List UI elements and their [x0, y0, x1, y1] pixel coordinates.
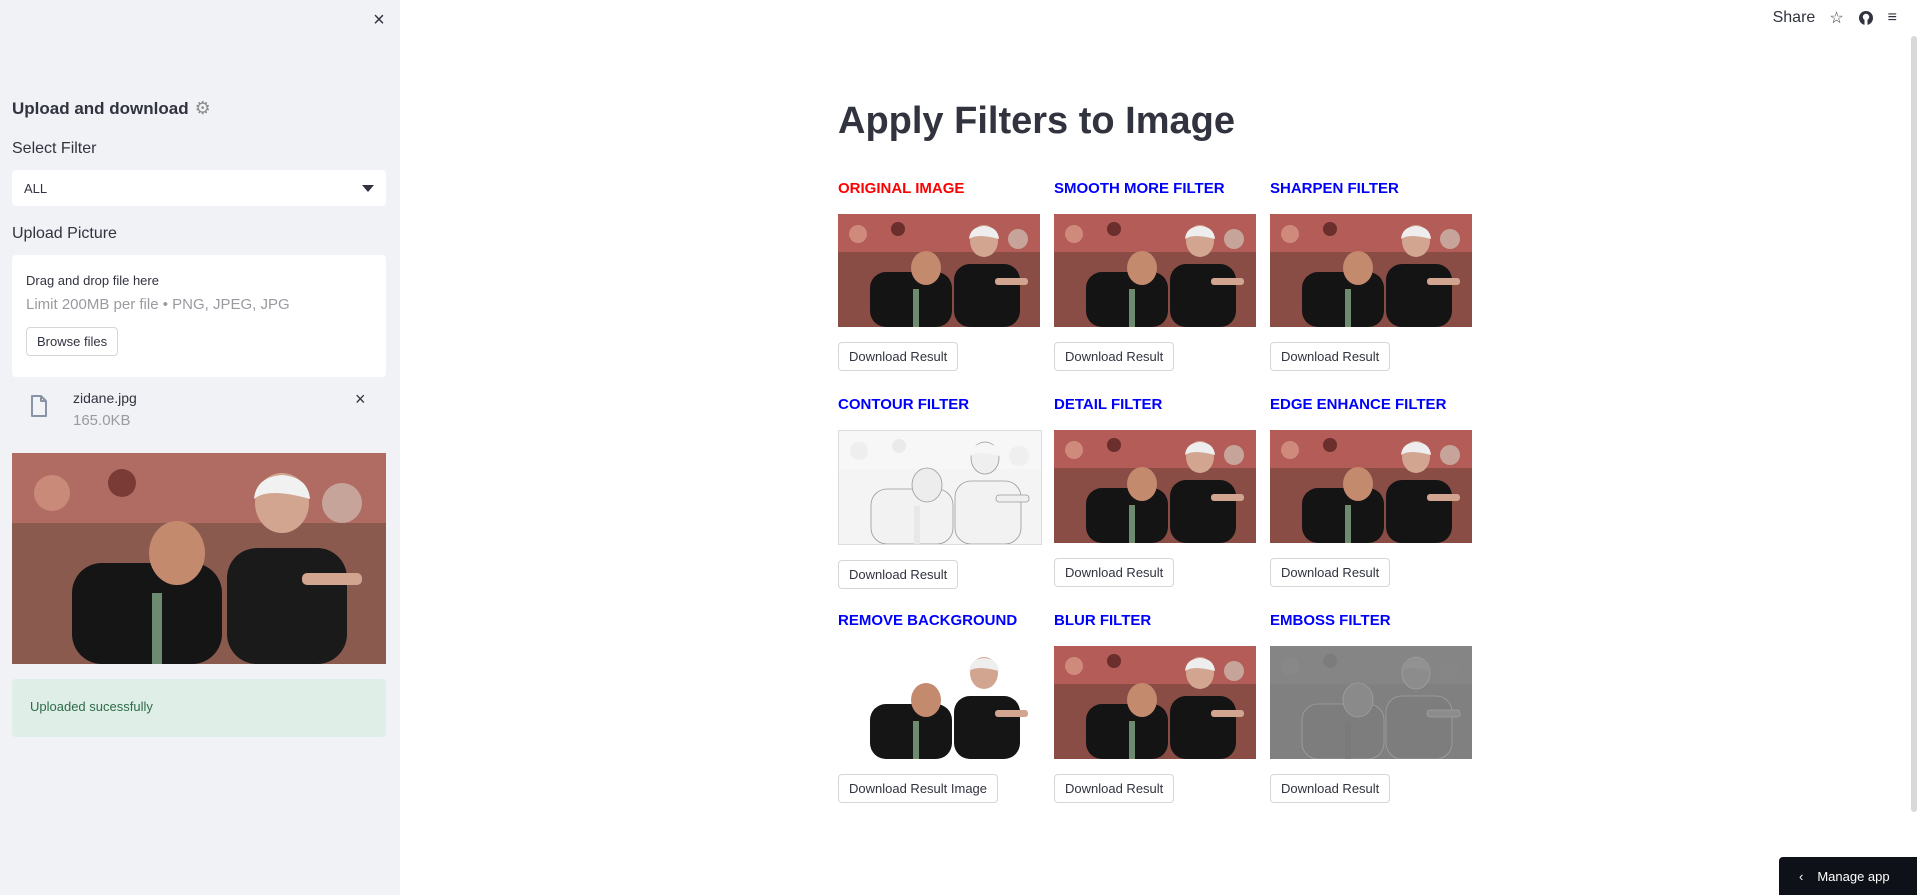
filter-title: DETAIL FILTER [1054, 396, 1163, 413]
filter-title: ORIGINAL IMAGE [838, 180, 965, 197]
dropzone-limit: Limit 200MB per file • PNG, JPEG, JPG [26, 296, 290, 313]
filter-card: DETAIL FILTER Download Result [1054, 396, 1256, 587]
filter-card: ORIGINAL IMAGE Download Result [838, 180, 1040, 371]
filter-title: BLUR FILTER [1054, 612, 1152, 629]
sidebar: × Upload and download ⚙ Select Filter AL… [0, 0, 400, 895]
scrollbar[interactable] [1911, 36, 1917, 812]
github-icon[interactable] [1858, 10, 1874, 26]
remove-file-icon[interactable]: × [355, 389, 366, 410]
share-button[interactable]: Share [1773, 9, 1816, 27]
filter-result-image [838, 214, 1040, 327]
filter-card: EMBOSS FILTER Download Result [1270, 612, 1472, 803]
page-title: Apply Filters to Image [838, 100, 1235, 142]
manage-app-button[interactable]: ‹ Manage app [1779, 857, 1917, 895]
gear-icon: ⚙ [194, 98, 211, 118]
download-result-button[interactable]: Download Result [1054, 774, 1175, 803]
close-sidebar-icon[interactable]: × [369, 10, 389, 30]
filter-select-value: ALL [24, 180, 48, 196]
filter-title: CONTOUR FILTER [838, 396, 970, 413]
download-result-button[interactable]: Download Result [838, 342, 959, 371]
file-dropzone[interactable]: Drag and drop file here Limit 200MB per … [12, 255, 386, 377]
filter-card: BLUR FILTER Download Result [1054, 612, 1256, 803]
uploaded-image-preview [12, 453, 386, 664]
filter-title: REMOVE BACKGROUND [838, 612, 1018, 629]
filter-title: SHARPEN FILTER [1270, 180, 1399, 197]
filter-result-image [1270, 646, 1472, 759]
select-filter-label: Select Filter [12, 140, 97, 157]
chevron-down-icon [362, 184, 374, 192]
filter-result-image [838, 646, 1040, 759]
upload-success-alert: Uploaded sucessfully [12, 679, 386, 737]
filter-result-image [1054, 214, 1256, 327]
filter-title: EMBOSS FILTER [1270, 612, 1391, 629]
uploaded-photo [12, 453, 386, 664]
filter-card: SHARPEN FILTER Download Result [1270, 180, 1472, 371]
download-result-button[interactable]: Download Result [1270, 774, 1391, 803]
filter-card: CONTOUR FILTER Download Result [838, 396, 1042, 589]
sidebar-heading-text: Upload and download [12, 98, 189, 118]
manage-app-label: Manage app [1817, 868, 1890, 884]
download-result-button[interactable]: Download Result [838, 560, 959, 589]
download-result-button[interactable]: Download Result [1054, 342, 1175, 371]
browse-files-button[interactable]: Browse files [26, 327, 119, 356]
file-icon [31, 395, 47, 417]
filter-title: SMOOTH MORE FILTER [1054, 180, 1225, 197]
filter-result-image [1270, 430, 1472, 543]
dropzone-title: Drag and drop file here [26, 273, 159, 288]
download-result-button[interactable]: Download Result [1270, 558, 1391, 587]
chevron-left-icon: ‹ [1799, 868, 1804, 884]
filter-card: EDGE ENHANCE FILTER Download Result [1270, 396, 1472, 587]
filter-card: SMOOTH MORE FILTER Download Result [1054, 180, 1256, 371]
filter-card: REMOVE BACKGROUND Download Result Image [838, 612, 1040, 803]
download-result-button[interactable]: Download Result [1270, 342, 1391, 371]
file-size: 165.0KB [73, 412, 131, 429]
filter-result-image [838, 430, 1042, 545]
app-toolbar: Share ☆ ≡ [1773, 8, 1897, 28]
filter-select[interactable]: ALL [12, 170, 386, 206]
download-result-button[interactable]: Download Result [1054, 558, 1175, 587]
filter-title: EDGE ENHANCE FILTER [1270, 396, 1447, 413]
sidebar-heading: Upload and download ⚙ [12, 98, 211, 119]
filter-result-image [1054, 646, 1256, 759]
upload-picture-label: Upload Picture [12, 225, 117, 242]
file-name: zidane.jpg [73, 390, 137, 406]
star-icon[interactable]: ☆ [1829, 8, 1843, 28]
uploaded-file: zidane.jpg 165.0KB × [12, 385, 386, 435]
filter-result-image [1270, 214, 1472, 327]
filter-result-image [1054, 430, 1256, 543]
download-result-image-button[interactable]: Download Result Image [838, 774, 999, 803]
menu-icon[interactable]: ≡ [1888, 9, 1897, 27]
